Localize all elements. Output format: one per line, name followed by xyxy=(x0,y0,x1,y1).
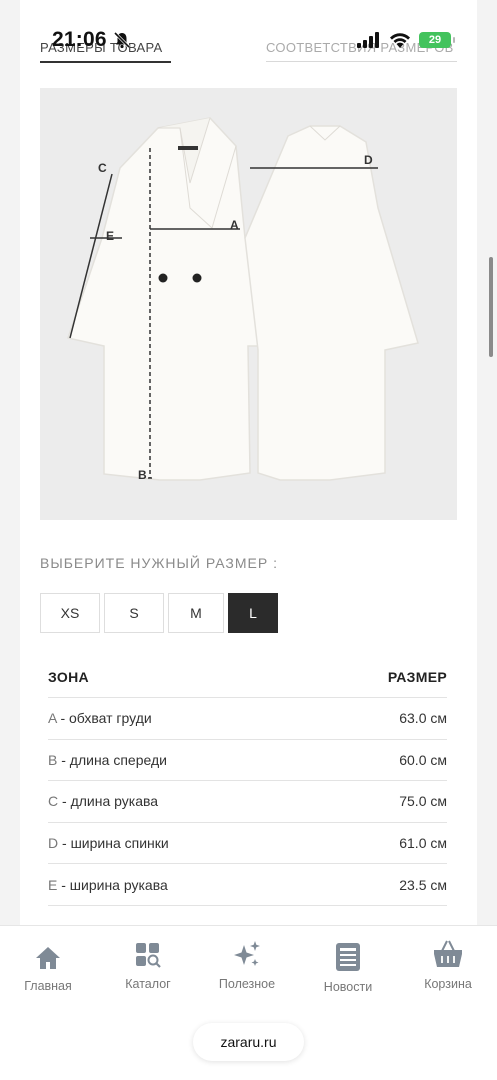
zone-label: - длина рукава xyxy=(58,793,159,810)
url-bar[interactable]: zararu.ru xyxy=(193,1023,304,1061)
zone-letter: D xyxy=(48,835,59,852)
zone-letter: A xyxy=(48,710,57,727)
bell-off-icon xyxy=(113,31,131,49)
coat-size-diagram: A B C D E xyxy=(40,88,457,520)
nav-item-news[interactable]: Новости xyxy=(303,942,393,994)
nav-item-useful[interactable]: Полезное xyxy=(202,939,292,991)
news-icon xyxy=(336,943,360,971)
status-time: 21:06 xyxy=(52,28,107,51)
row-value: 23.5 см xyxy=(399,876,447,893)
row-zone: C - длина рукава xyxy=(48,793,158,809)
size-option-l[interactable]: L xyxy=(228,593,278,633)
nav-label-catalog: Каталог xyxy=(125,977,171,991)
zone-label: - ширина спинки xyxy=(58,835,169,852)
nav-label-cart: Корзина xyxy=(424,977,472,991)
zone-label: - ширина рукава xyxy=(57,876,168,893)
row-zone: A - обхват груди xyxy=(48,710,152,726)
wifi-icon xyxy=(390,33,410,48)
nav-item-cart[interactable]: Корзина xyxy=(403,939,493,991)
size-option-xs[interactable]: XS xyxy=(40,593,100,633)
table-row: A - обхват груди 63.0 см xyxy=(48,698,447,740)
coat-illustration: A B C D E xyxy=(67,117,419,482)
row-zone: D - ширина спинки xyxy=(48,835,169,851)
nav-label-news: Новости xyxy=(323,980,373,994)
table-row: B - длина спереди 60.0 см xyxy=(48,740,447,782)
row-value: 75.0 см xyxy=(399,793,447,810)
size-option-s[interactable]: S xyxy=(104,593,164,633)
nav-item-home[interactable]: Главная xyxy=(3,945,93,993)
table-row: C - длина рукава 75.0 см xyxy=(48,781,447,823)
zone-label: - обхват груди xyxy=(56,710,152,727)
nav-label-useful: Полезное xyxy=(218,977,276,991)
header-zone: ЗОНА xyxy=(48,668,89,685)
diagram-label-a: A xyxy=(230,218,239,232)
diagram-label-d: D xyxy=(364,153,373,167)
zone-label: - длина спереди xyxy=(57,751,167,768)
diagram-label-c: C xyxy=(98,161,107,175)
row-zone: E - ширина рукава xyxy=(48,877,168,893)
select-size-title: ВЫБЕРИТЕ НУЖНЫЙ РАЗМЕР : xyxy=(40,555,278,571)
diagram-label-b: B xyxy=(138,468,147,482)
row-value: 60.0 см xyxy=(399,751,447,768)
nav-item-catalog[interactable]: Каталог xyxy=(103,941,193,991)
battery-indicator: 29 xyxy=(419,32,455,48)
row-value: 63.0 см xyxy=(399,710,447,727)
page: РАЗМЕРЫ ТОВАРА СООТВЕТСТВИЯ РАЗМЕРОВ 21:… xyxy=(0,0,497,1080)
battery-level: 29 xyxy=(428,34,442,46)
home-icon xyxy=(36,947,60,969)
size-table-header: ЗОНА РАЗМЕР xyxy=(48,656,447,698)
size-table: ЗОНА РАЗМЕР A - обхват груди 63.0 см B -… xyxy=(48,656,447,906)
header-size: РАЗМЕР xyxy=(387,668,447,685)
size-selector: XS S M L xyxy=(40,593,278,633)
size-option-m[interactable]: M xyxy=(168,593,224,633)
catalog-icon xyxy=(136,943,161,968)
diagram-label-e: E xyxy=(106,229,114,243)
zone-letter: C xyxy=(48,793,59,810)
nav-label-home: Главная xyxy=(24,979,72,993)
zone-letter: B xyxy=(48,751,58,768)
sparkles-icon xyxy=(234,941,260,966)
row-value: 61.0 см xyxy=(399,835,447,852)
table-row: D - ширина спинки 61.0 см xyxy=(48,823,447,865)
row-zone: B - длина спереди xyxy=(48,752,167,768)
basket-icon xyxy=(434,940,462,967)
zone-letter: E xyxy=(48,876,58,893)
table-row: E - ширина рукава 23.5 см xyxy=(48,864,447,906)
scrollbar[interactable] xyxy=(489,257,493,357)
cell-signal-icon xyxy=(357,32,379,48)
